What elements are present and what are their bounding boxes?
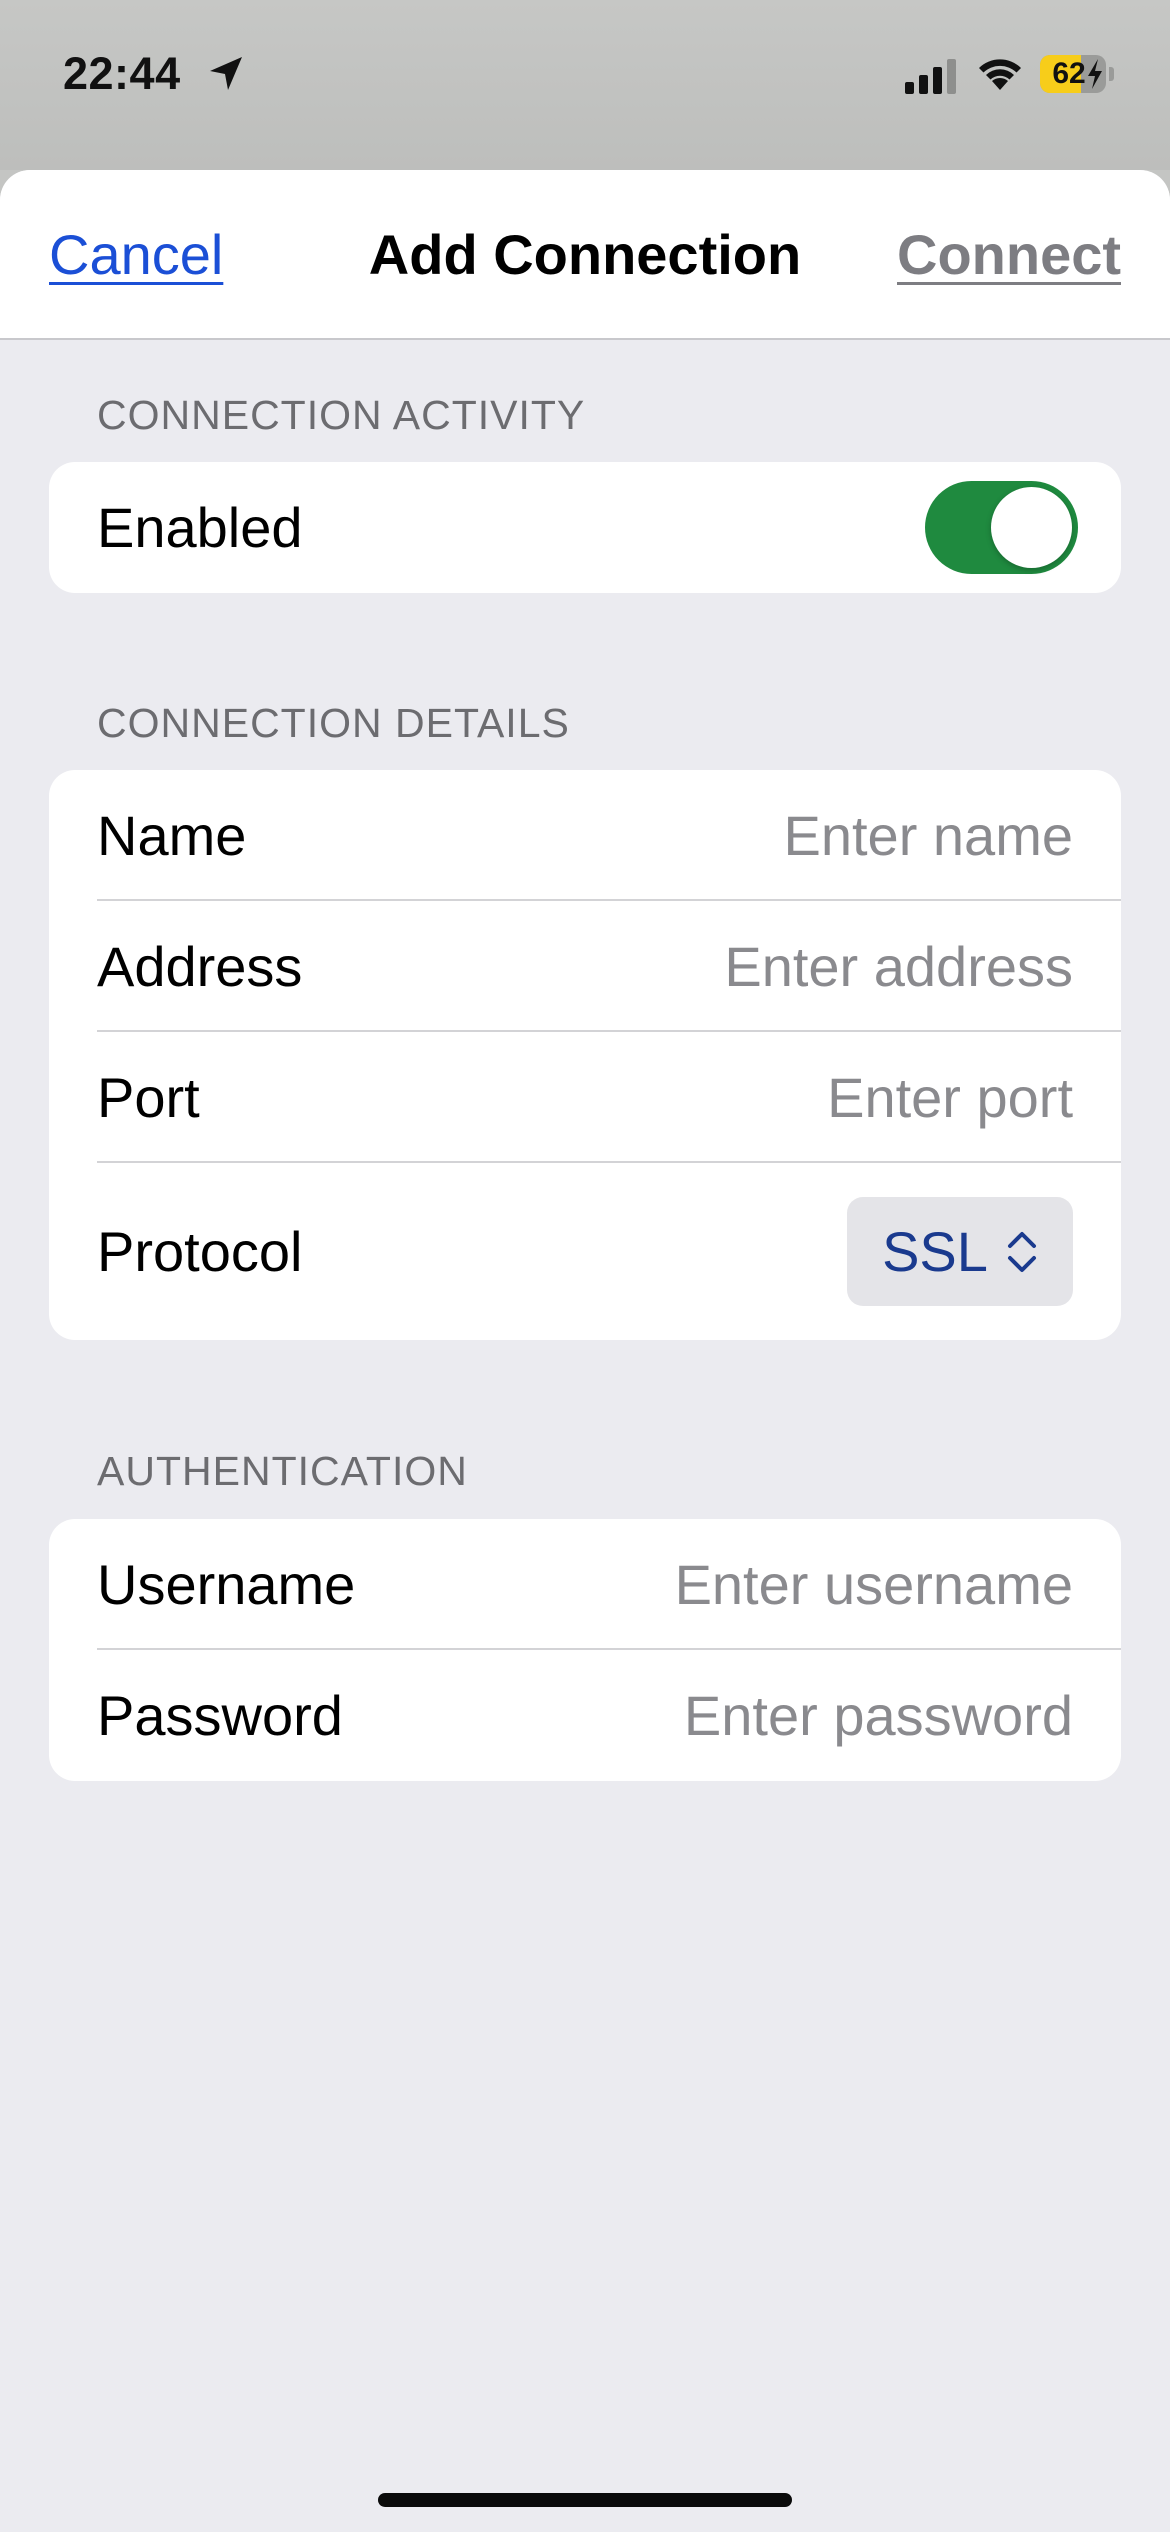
battery-charging-icon: 62 [1040, 55, 1114, 93]
add-connection-sheet: Cancel Add Connection Connect CONNECTION… [0, 170, 1170, 2532]
address-row: Address [49, 901, 1121, 1032]
username-row: Username [49, 1519, 1121, 1650]
connect-button[interactable]: Connect [897, 222, 1121, 287]
protocol-row: Protocol SSL [49, 1163, 1121, 1340]
protocol-value: SSL [882, 1220, 988, 1283]
section-header-connection-activity: CONNECTION ACTIVITY [97, 392, 586, 438]
toggle-knob [991, 487, 1072, 568]
port-field[interactable] [453, 1032, 1073, 1163]
protocol-select[interactable]: SSL [847, 1197, 1073, 1306]
password-field[interactable] [453, 1650, 1073, 1781]
navigation-bar: Cancel Add Connection Connect [0, 170, 1170, 340]
address-label: Address [97, 935, 303, 998]
address-field[interactable] [453, 901, 1073, 1032]
name-field[interactable] [453, 770, 1073, 901]
enabled-label: Enabled [97, 496, 303, 559]
protocol-label: Protocol [97, 1220, 303, 1283]
section-header-connection-details: CONNECTION DETAILS [97, 700, 570, 746]
username-label: Username [97, 1553, 356, 1616]
wifi-icon [979, 59, 1021, 90]
location-arrow-icon [210, 57, 242, 90]
name-row: Name [49, 770, 1121, 901]
password-row: Password [49, 1650, 1121, 1781]
status-bar: 22:44 62 [0, 0, 1170, 170]
connection-activity-group: Enabled [49, 462, 1121, 593]
port-row: Port [49, 1032, 1121, 1163]
port-label: Port [97, 1066, 200, 1129]
charging-bolt-icon [1088, 59, 1102, 89]
home-indicator [378, 2493, 792, 2507]
authentication-group: Username Password [49, 1519, 1121, 1781]
cellular-signal-icon [905, 59, 956, 94]
enabled-toggle[interactable] [925, 481, 1078, 574]
status-time: 22:44 [63, 48, 181, 99]
chevron-up-down-icon [1007, 1231, 1036, 1272]
connection-details-group: Name Address Port Protocol SSL [49, 770, 1121, 1340]
section-header-authentication: AUTHENTICATION [97, 1448, 468, 1494]
username-field[interactable] [453, 1519, 1073, 1650]
password-label: Password [97, 1684, 343, 1747]
enabled-row: Enabled [49, 462, 1121, 593]
name-label: Name [97, 804, 247, 867]
